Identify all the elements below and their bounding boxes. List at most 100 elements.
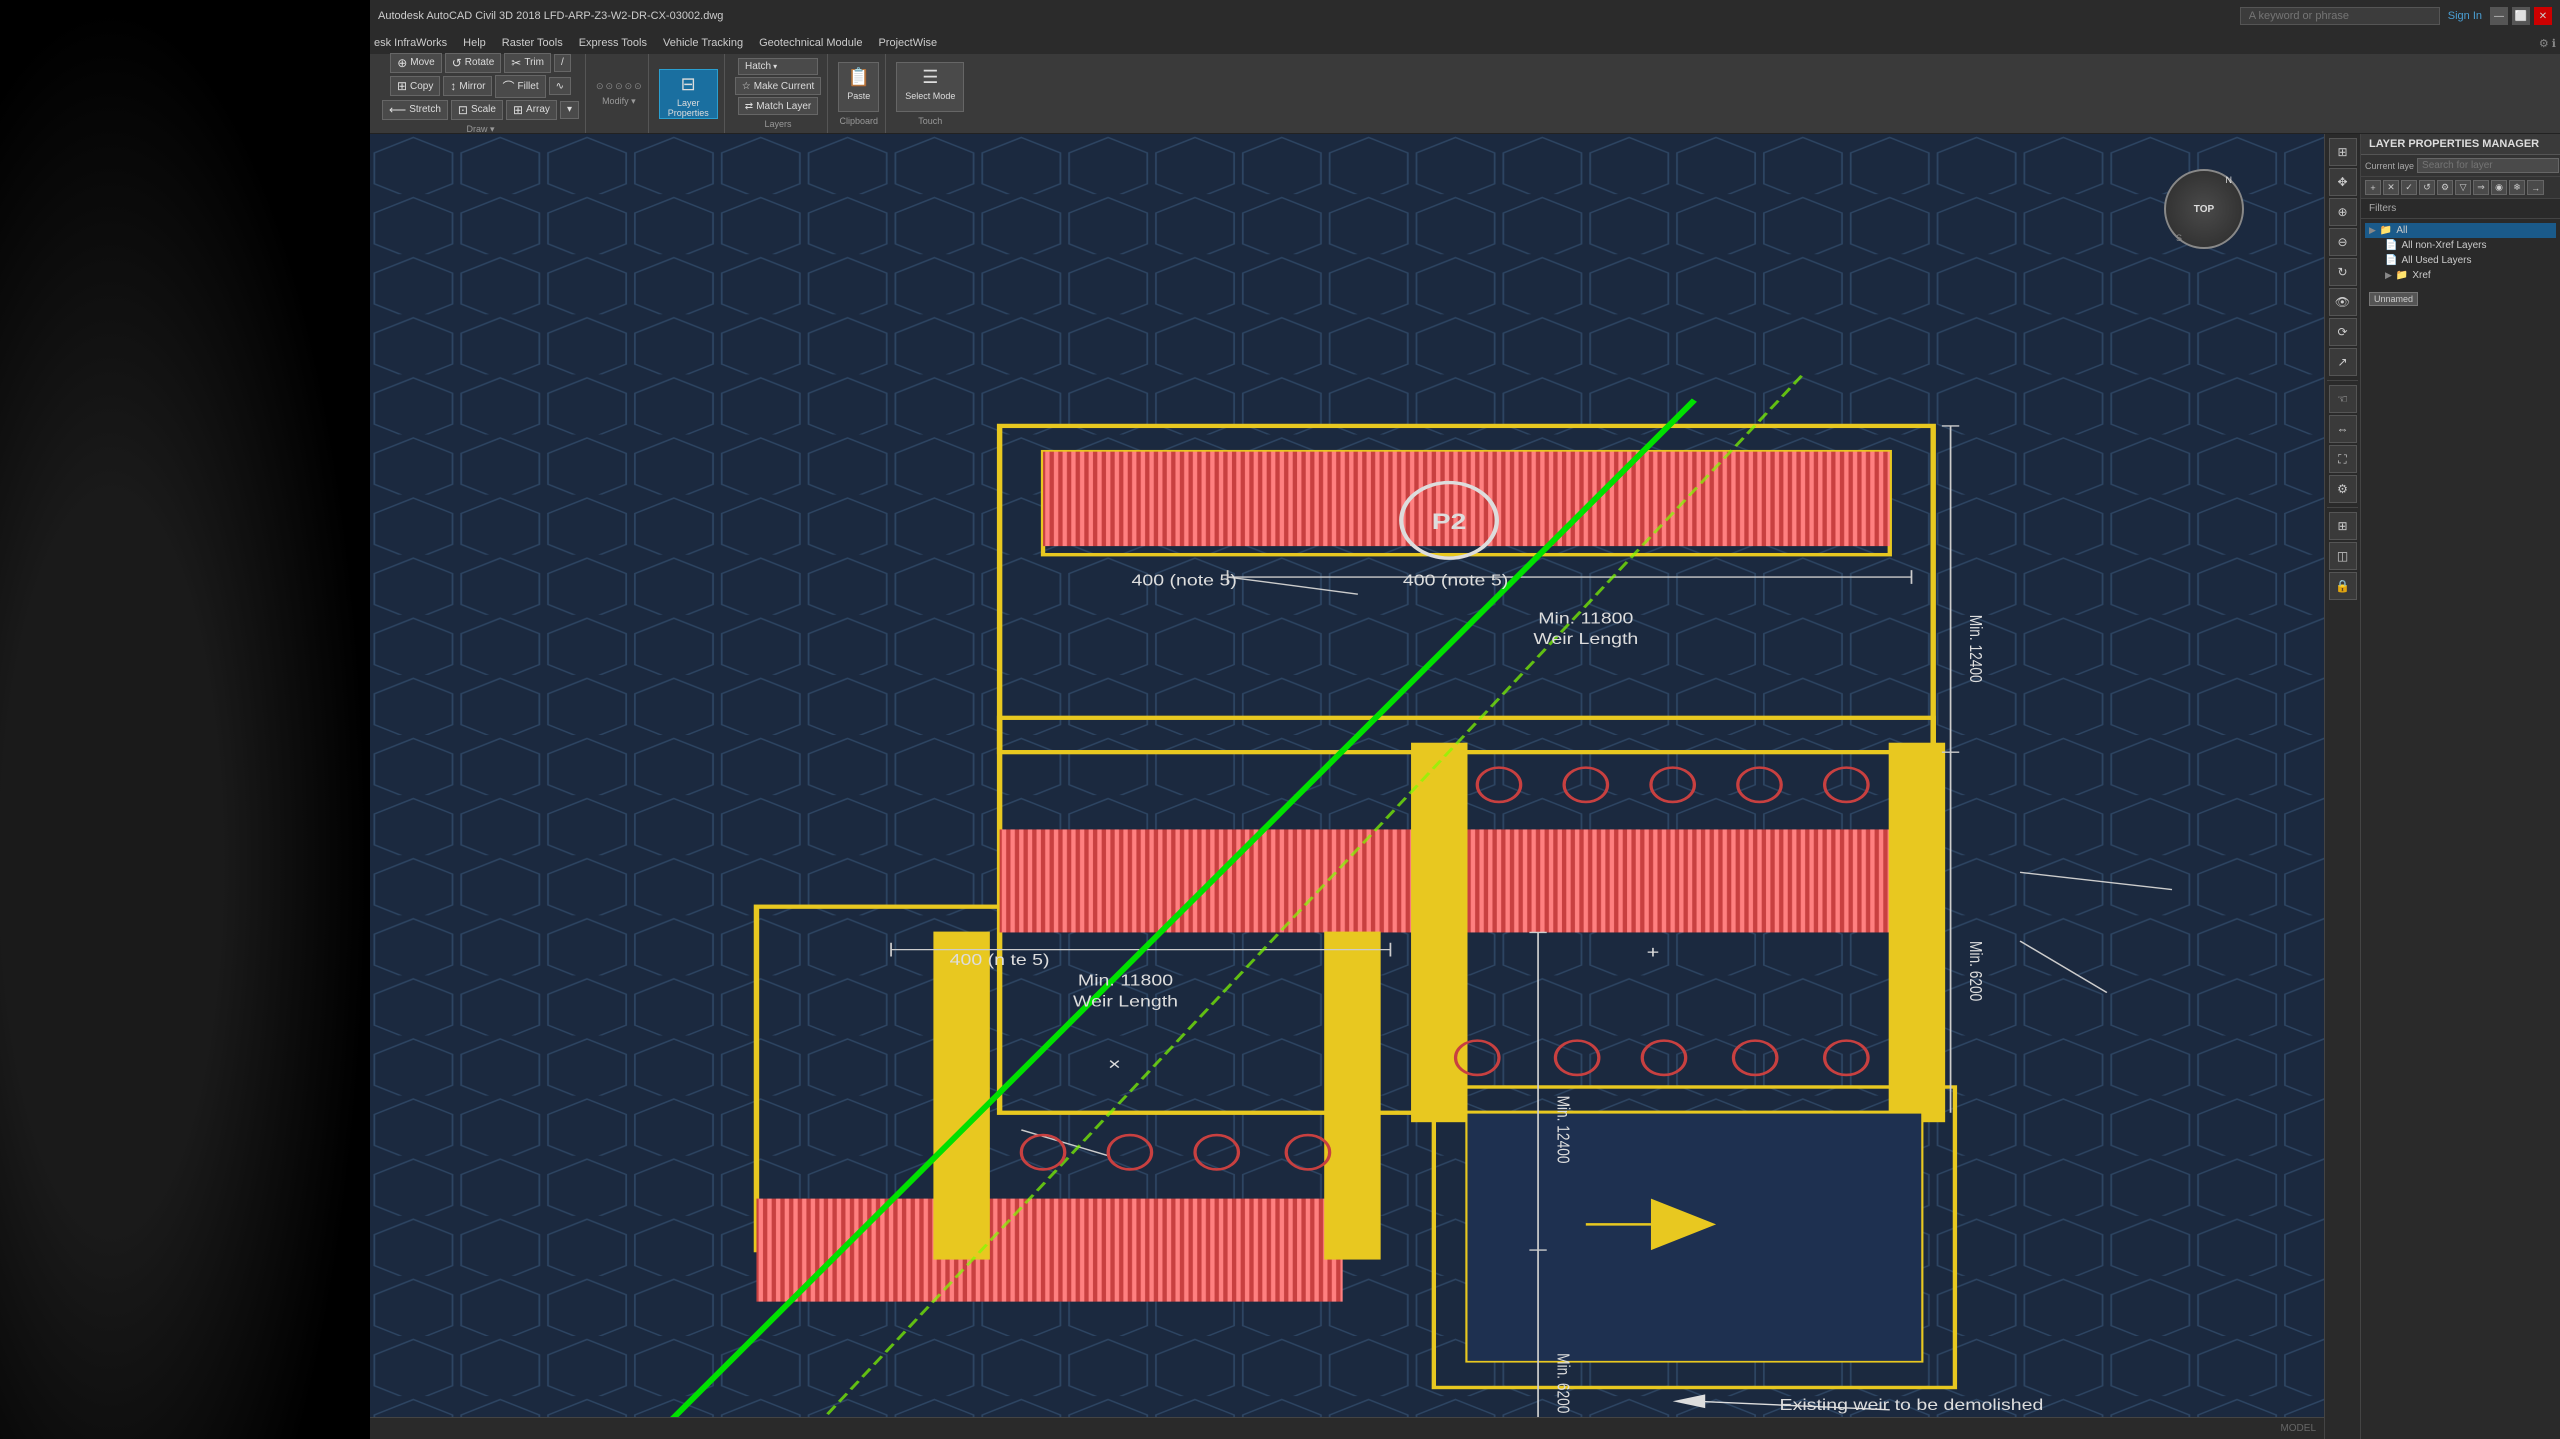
set-current-btn[interactable]: ✓ (2401, 180, 2417, 195)
lock-icon[interactable]: 🔒 (2329, 572, 2357, 600)
layer-xref-icon: 📁 (2396, 270, 2408, 281)
layer-sub-icon: 📄 (2385, 240, 2397, 251)
select-mode-label: Select Mode (905, 91, 955, 101)
layer-tree: ▶ 📁 All 📄 All non-Xref Layers 📄 All Used… (2361, 219, 2560, 287)
hatch-dropdown-button[interactable]: Hatch ▾ (738, 58, 818, 75)
zoom-extents-icon[interactable]: ⊞ (2329, 138, 2357, 166)
hand-cursor-icon[interactable]: ☜ (2329, 385, 2357, 413)
make-current-button[interactable]: ☆ Make Current (735, 77, 822, 95)
menu-infraworks[interactable]: esk InfraWorks (374, 37, 447, 49)
svg-text:Weir Length: Weir Length (1533, 630, 1638, 648)
walk-icon[interactable]: ⟳ (2329, 318, 2357, 346)
cad-drawing: P2 400 (note 5) 400 (note 5) Min. 11800 … (370, 134, 2324, 1439)
sign-in[interactable]: Sign In (2448, 10, 2482, 22)
expand-icon[interactable]: ⇔ (2329, 415, 2357, 443)
pan-icon[interactable]: ✥ (2329, 168, 2357, 196)
isolate-btn[interactable]: ◉ (2491, 180, 2507, 195)
paste-label: Paste (847, 91, 870, 101)
move-button[interactable]: ⊕ Move (390, 53, 442, 73)
layer-item-xref[interactable]: ▶ 📁 Xref (2381, 268, 2556, 283)
delete-layer-btn[interactable]: ✕ (2383, 180, 2399, 195)
fillet-button[interactable]: ⌒ Fillet (495, 75, 545, 98)
toolbar-group-draw: ⊕ Move ↺ Rotate ✂ Trim / ⊞ MoveCopy ↕ Mi… (376, 54, 586, 133)
toolbar-group-modify: ⊙ ⊙ ⊙ ⊙ ⊙ Modify ▾ (590, 54, 649, 133)
filter-btn[interactable]: ▽ (2455, 180, 2471, 195)
menu-geotechnical[interactable]: Geotechnical Module (759, 37, 862, 49)
svg-text:400 (note 5): 400 (note 5) (1403, 572, 1508, 590)
freeze-btn[interactable]: ❄ (2509, 180, 2525, 195)
layer-panel-title: LAYER PROPERTIES MANAGER (2361, 134, 2560, 155)
svg-text:Min. 6200: Min. 6200 (1553, 1353, 1572, 1414)
stretch-button[interactable]: ⟵ Stretch (382, 100, 448, 120)
menubar: esk InfraWorks Help Raster Tools Express… (370, 32, 2560, 54)
layer-properties-button[interactable]: ⊟ LayerProperties (659, 69, 718, 119)
hatch-arrow-icon: ▾ (773, 62, 777, 71)
toolbar-group-touch: ☰ Select Mode Touch (890, 54, 970, 133)
right-icons-panel: ⊞ ✥ ⊕ ⊖ ↻ 👁 ⟳ ↗ ☜ ⇔ ⛶ ⚙ ⊞ ◫ 🔒 (2324, 134, 2360, 1439)
fullscreen-icon[interactable]: ⛶ (2329, 445, 2357, 473)
layer-search-area: Current laye (2361, 155, 2560, 177)
zoom-in-icon[interactable]: ⊕ (2329, 198, 2357, 226)
look-icon[interactable]: 👁 (2329, 288, 2357, 316)
match-layer-button[interactable]: ⇄ Match Layer (738, 97, 818, 115)
touch-label: Touch (918, 116, 942, 126)
fly-icon[interactable]: ↗ (2329, 348, 2357, 376)
xref-expand-icon: ▶ (2385, 270, 2392, 281)
copy-button[interactable]: ⊞ MoveCopy (390, 76, 440, 96)
search-input[interactable] (2240, 7, 2440, 25)
titlebar: Autodesk AutoCAD Civil 3D 2018 LFD-ARP-Z… (370, 0, 2560, 32)
extra1-button[interactable]: ∿ (549, 77, 571, 95)
menu-help[interactable]: Help (463, 37, 486, 49)
toolbar: ⊕ Move ↺ Rotate ✂ Trim / ⊞ MoveCopy ↕ Mi… (370, 54, 2560, 134)
array-button[interactable]: ⊞ Array (506, 100, 557, 120)
svg-text:+: + (1647, 943, 1660, 962)
toolbar-group-layer: ⊟ LayerProperties (653, 54, 725, 133)
paste-button[interactable]: 📋 Paste (838, 62, 879, 112)
settings-layer-btn[interactable]: ⚙ (2437, 180, 2453, 195)
cad-canvas[interactable]: P2 400 (note 5) 400 (note 5) Min. 11800 … (370, 134, 2324, 1439)
svg-text:Min. 11800: Min. 11800 (1538, 609, 1633, 627)
close-button[interactable]: ✕ (2534, 7, 2552, 25)
mirror-button[interactable]: ↕ Mirror (443, 76, 492, 96)
hatch-label: Hatch (745, 61, 771, 72)
layer-toolbar: + ✕ ✓ ↺ ⚙ ▽ ⇒ ◉ ❄ → (2361, 177, 2560, 199)
more-modify-button[interactable]: ▾ (560, 101, 579, 119)
layers-label: Layers (765, 119, 792, 129)
zoom-out-icon[interactable]: ⊖ (2329, 228, 2357, 256)
menu-projectwise[interactable]: ProjectWise (878, 37, 937, 49)
select-mode-button[interactable]: ☰ Select Mode (896, 62, 964, 112)
layer-item-all-non-xref[interactable]: 📄 All non-Xref Layers (2381, 238, 2556, 253)
restore-button[interactable]: ⬜ (2512, 7, 2530, 25)
layer-all-non-xref-label: All non-Xref Layers (2401, 240, 2486, 251)
layer-item-all-used[interactable]: 📄 All Used Layers (2381, 253, 2556, 268)
svg-text:Min. 11800: Min. 11800 (1078, 972, 1173, 990)
layer-item-all[interactable]: ▶ 📁 All (2365, 223, 2556, 238)
new-layer-btn[interactable]: + (2365, 180, 2381, 195)
svg-text:Min. 12400: Min. 12400 (1553, 1096, 1572, 1164)
unnamed-tag: Unnamed (2369, 292, 2418, 306)
layer-properties-panel: LAYER PROPERTIES MANAGER Current laye + … (2360, 134, 2560, 1439)
statusbar: MODEL (370, 1417, 2324, 1439)
layer-search-input[interactable] (2417, 158, 2559, 173)
settings-icon[interactable]: ⚙ (2329, 475, 2357, 503)
trim-button[interactable]: ✂ Trim (504, 53, 551, 73)
minimize-button[interactable]: — (2490, 7, 2508, 25)
menu-vehicle[interactable]: Vehicle Tracking (663, 37, 743, 49)
menu-raster[interactable]: Raster Tools (502, 37, 563, 49)
menu-extra-icons: ⚙ ℹ (2539, 37, 2556, 50)
toolbar-group-clipboard: 📋 Paste Clipboard (832, 54, 886, 133)
menu-express[interactable]: Express Tools (579, 37, 647, 49)
svg-text:P2: P2 (1432, 510, 1467, 535)
walk-btn[interactable]: → (2527, 180, 2544, 195)
layer-all-label: All (2396, 225, 2407, 236)
refresh-btn[interactable]: ↺ (2419, 180, 2435, 195)
orbit-icon[interactable]: ↻ (2329, 258, 2357, 286)
grid-icon[interactable]: ⊞ (2329, 512, 2357, 540)
merge-btn[interactable]: ⇒ (2473, 180, 2489, 195)
layers-icon[interactable]: ◫ (2329, 542, 2357, 570)
person-silhouette (0, 0, 370, 1439)
rotate-button[interactable]: ↺ Rotate (445, 53, 502, 73)
svg-text:Min. 6200: Min. 6200 (1966, 941, 1985, 1002)
scale-button[interactable]: ⊡ Scale (451, 100, 503, 120)
line-button[interactable]: / (554, 54, 571, 72)
